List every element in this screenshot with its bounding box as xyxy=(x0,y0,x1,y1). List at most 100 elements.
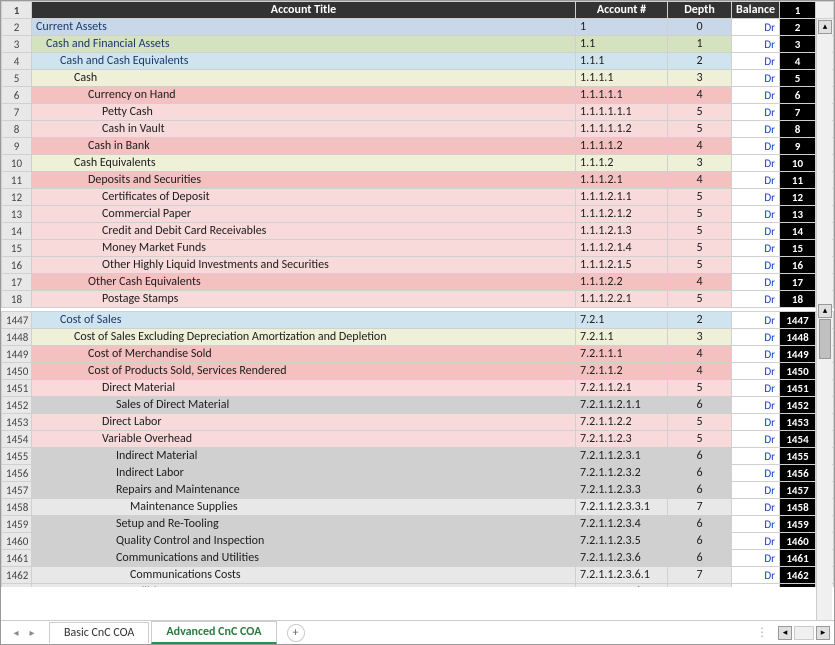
cell-balance[interactable]: Dr xyxy=(732,240,780,257)
row-number[interactable]: 5 xyxy=(2,70,32,87)
table-row[interactable]: 6Currency on Hand1.1.1.1.14Dr6 xyxy=(2,87,834,104)
cell-balance[interactable]: Dr xyxy=(732,397,780,414)
cell-balance[interactable]: Dr xyxy=(732,414,780,431)
table-row[interactable]: 1459Setup and Re-Tooling7.2.1.1.2.3.46Dr… xyxy=(2,516,834,533)
table-row[interactable]: 1457Repairs and Maintenance7.2.1.1.2.3.3… xyxy=(2,482,834,499)
cell-depth[interactable]: 4 xyxy=(668,274,732,291)
cell-title[interactable]: Other Highly Liquid Investments and Secu… xyxy=(32,257,576,274)
cell-depth[interactable]: 6 xyxy=(668,550,732,567)
cell-title[interactable]: Direct Material xyxy=(32,380,576,397)
table-row[interactable]: 12Certificates of Deposit1.1.1.2.1.15Dr1… xyxy=(2,189,834,206)
cell-title[interactable]: Deposits and Securities xyxy=(32,172,576,189)
cell-depth[interactable]: 4 xyxy=(668,346,732,363)
table-row[interactable]: 18Postage Stamps1.1.1.2.2.15Dr18 xyxy=(2,291,834,308)
hscroll-track[interactable] xyxy=(794,626,814,640)
cell-depth[interactable]: 3 xyxy=(668,329,732,346)
cell-balance[interactable]: Dr xyxy=(732,121,780,138)
table-row[interactable]: 1454Variable Overhead7.2.1.1.2.35Dr1454 xyxy=(2,431,834,448)
row-number[interactable]: 1454 xyxy=(2,431,32,448)
col-header-depth[interactable]: Depth xyxy=(668,2,732,19)
cell-account[interactable]: 7.2.1.1.2.3.5 xyxy=(576,533,668,550)
cell-account[interactable]: 7.2.1.1.2.1.1 xyxy=(576,397,668,414)
cell-depth[interactable]: 5 xyxy=(668,291,732,308)
cell-balance[interactable]: Dr xyxy=(732,533,780,550)
row-number[interactable]: 1449 xyxy=(2,346,32,363)
table-row[interactable]: 2Current Assets10Dr2 xyxy=(2,19,834,36)
cell-title[interactable]: Indirect Labor xyxy=(32,465,576,482)
cell-account[interactable]: 1.1.1.2.2.1 xyxy=(576,291,668,308)
cell-depth[interactable]: 3 xyxy=(668,70,732,87)
cell-balance[interactable]: Dr xyxy=(732,346,780,363)
cell-depth[interactable]: 3 xyxy=(668,155,732,172)
row-number[interactable]: 1453 xyxy=(2,414,32,431)
cell-balance[interactable]: Dr xyxy=(732,172,780,189)
row-number[interactable]: 17 xyxy=(2,274,32,291)
add-sheet-button[interactable]: + xyxy=(287,624,305,642)
table-row[interactable]: 1462Communications Costs7.2.1.1.2.3.6.17… xyxy=(2,567,834,584)
row-number[interactable]: 1451 xyxy=(2,380,32,397)
table-row[interactable]: 13Commercial Paper1.1.1.2.1.25Dr13 xyxy=(2,206,834,223)
row-number[interactable]: 6 xyxy=(2,87,32,104)
table-row[interactable]: 1447Cost of Sales7.2.12Dr1447 xyxy=(2,312,834,329)
table-row[interactable]: 1456Indirect Labor7.2.1.1.2.3.26Dr1456 xyxy=(2,465,834,482)
table-row[interactable]: 5Cash1.1.1.13Dr5 xyxy=(2,70,834,87)
cell-title[interactable]: Commercial Paper xyxy=(32,206,576,223)
cell-depth[interactable]: 5 xyxy=(668,257,732,274)
row-number[interactable]: 1457 xyxy=(2,482,32,499)
cell-balance[interactable]: Dr xyxy=(732,223,780,240)
cell-depth[interactable]: 7 xyxy=(668,584,732,588)
row-number[interactable]: 15 xyxy=(2,240,32,257)
cell-account[interactable]: 1.1.1.1.1.1 xyxy=(576,104,668,121)
cell-balance[interactable]: Dr xyxy=(732,329,780,346)
table-row[interactable]: 1448Cost of Sales Excluding Depreciation… xyxy=(2,329,834,346)
vertical-scrollbar[interactable]: ▴ ▴ xyxy=(816,19,832,620)
cell-title[interactable]: Current Assets xyxy=(32,19,576,36)
cell-title[interactable]: Cash and Cash Equivalents xyxy=(32,53,576,70)
row-number[interactable]: 1463 xyxy=(2,584,32,588)
cell-account[interactable]: 1.1.1.2 xyxy=(576,155,668,172)
table-row[interactable]: 7Petty Cash1.1.1.1.1.15Dr7 xyxy=(2,104,834,121)
cell-title[interactable]: Cost of Merchandise Sold xyxy=(32,346,576,363)
cell-title[interactable]: Money Market Funds xyxy=(32,240,576,257)
table-row[interactable]: 1463Utilities7.2.1.1.2.3.6.27Dr1463 xyxy=(2,584,834,588)
row-number[interactable]: 1456 xyxy=(2,465,32,482)
table-row[interactable]: 1450Cost of Products Sold, Services Rend… xyxy=(2,363,834,380)
cell-title[interactable]: Postage Stamps xyxy=(32,291,576,308)
table-row[interactable]: 14Credit and Debit Card Receivables1.1.1… xyxy=(2,223,834,240)
tab-nav-prev-icon[interactable]: ◂ xyxy=(9,626,23,639)
cell-balance[interactable]: Dr xyxy=(732,206,780,223)
cell-account[interactable]: 7.2.1.1.2.3.6 xyxy=(576,550,668,567)
row-number[interactable]: 14 xyxy=(2,223,32,240)
tab-nav-next-icon[interactable]: ▸ xyxy=(25,626,39,639)
table-row[interactable]: 1455Indirect Material7.2.1.1.2.3.16Dr145… xyxy=(2,448,834,465)
cell-title[interactable]: Cash in Vault xyxy=(32,121,576,138)
table-row[interactable]: 3Cash and Financial Assets1.11Dr3 xyxy=(2,36,834,53)
col-header-title[interactable]: Account Title xyxy=(32,2,576,19)
cell-depth[interactable]: 6 xyxy=(668,465,732,482)
col-header-rowmirror[interactable]: 1 xyxy=(780,2,816,19)
row-number[interactable]: 4 xyxy=(2,53,32,70)
cell-depth[interactable]: 6 xyxy=(668,516,732,533)
cell-title[interactable]: Maintenance Supplies xyxy=(32,499,576,516)
cell-account[interactable]: 7.2.1.1 xyxy=(576,329,668,346)
cell-depth[interactable]: 4 xyxy=(668,138,732,155)
row-number[interactable]: 18 xyxy=(2,291,32,308)
cell-balance[interactable]: Dr xyxy=(732,584,780,588)
cell-depth[interactable]: 1 xyxy=(668,36,732,53)
cell-balance[interactable]: Dr xyxy=(732,550,780,567)
cell-balance[interactable]: Dr xyxy=(732,312,780,329)
table-row[interactable]: 16Other Highly Liquid Investments and Se… xyxy=(2,257,834,274)
table-row[interactable]: 1452Sales of Direct Material7.2.1.1.2.1.… xyxy=(2,397,834,414)
cell-depth[interactable]: 5 xyxy=(668,121,732,138)
row-number[interactable]: 10 xyxy=(2,155,32,172)
cell-depth[interactable]: 4 xyxy=(668,363,732,380)
cell-balance[interactable]: Dr xyxy=(732,516,780,533)
cell-title[interactable]: Cash and Financial Assets xyxy=(32,36,576,53)
table-row[interactable]: 1453Direct Labor7.2.1.1.2.25Dr1453 xyxy=(2,414,834,431)
cell-title[interactable]: Variable Overhead xyxy=(32,431,576,448)
cell-depth[interactable]: 6 xyxy=(668,482,732,499)
cell-balance[interactable]: Dr xyxy=(732,257,780,274)
cell-account[interactable]: 1.1.1.1.2 xyxy=(576,138,668,155)
row-number[interactable]: 1459 xyxy=(2,516,32,533)
row-number[interactable]: 11 xyxy=(2,172,32,189)
